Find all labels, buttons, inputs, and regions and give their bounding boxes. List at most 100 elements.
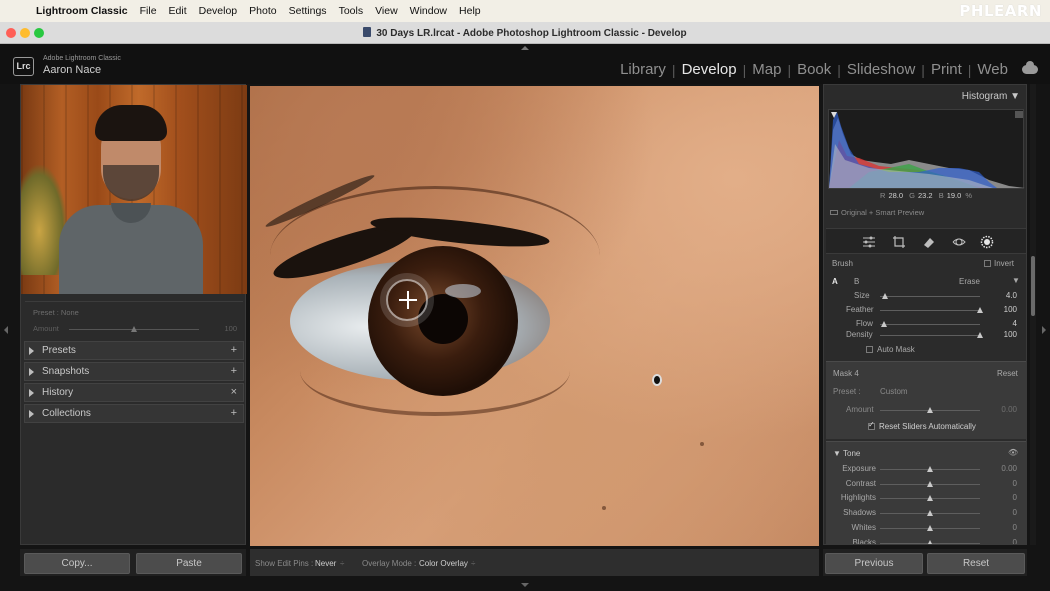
auto-mask-checkbox[interactable] [866,346,873,353]
density-value[interactable]: 100 [989,330,1017,339]
reset-sliders-checkbox[interactable] [868,420,875,430]
shadows-thumb[interactable] [927,510,933,517]
brush-size-track[interactable] [880,296,980,297]
density-track[interactable] [880,335,980,336]
menu-window[interactable]: Window [410,5,447,17]
red-eye-icon[interactable] [952,235,966,249]
brush-collapse-icon[interactable]: ▼ [1012,276,1020,285]
healing-eraser-icon[interactable] [922,235,936,249]
highlights-thumb[interactable] [927,495,933,502]
photo-canvas[interactable] [250,86,819,546]
app-menu[interactable]: Lightroom Classic [36,5,128,17]
histogram-header[interactable]: Histogram ▼ [824,91,1026,102]
feather-track[interactable] [880,310,980,311]
menu-settings[interactable]: Settings [289,5,327,17]
mask-preset-label: Preset : [833,387,861,396]
visibility-eye-icon[interactable]: 👁 [1008,448,1018,457]
amount-slider-thumb[interactable] [131,326,137,332]
section-presets[interactable]: Presets + [24,341,244,360]
copy-button[interactable]: Copy... [24,553,130,574]
menu-file[interactable]: File [140,5,157,17]
flow-track[interactable] [880,324,980,325]
add-collection-icon[interactable]: + [231,407,237,419]
collapse-triangle-icon[interactable]: ▼ [1010,91,1020,102]
module-map[interactable]: Map [746,61,787,78]
brush-erase-tab[interactable]: Erase [959,277,980,286]
preview-status-text: Original + Smart Preview [841,208,925,217]
crop-icon[interactable] [892,235,906,249]
module-slideshow[interactable]: Slideshow [841,61,921,78]
section-collections[interactable]: Collections + [24,404,244,423]
filmstrip-toggle-icon[interactable] [521,583,529,587]
shadows-value[interactable]: 0 [989,508,1017,517]
edit-sliders-icon[interactable] [862,235,876,249]
invert-checkbox[interactable] [984,260,991,267]
module-library[interactable]: Library [614,61,672,78]
feather-thumb[interactable] [977,307,983,313]
menu-view[interactable]: View [375,5,398,17]
menu-tools[interactable]: Tools [339,5,364,17]
density-thumb[interactable] [977,332,983,338]
right-panel-toggle-icon[interactable] [1042,326,1046,334]
rgb-b-label: B [938,191,944,200]
whites-thumb[interactable] [927,524,933,531]
menu-develop[interactable]: Develop [199,5,238,17]
clear-history-icon[interactable]: × [231,386,237,398]
reset-button[interactable]: Reset [927,553,1025,574]
identity-product: Adobe Lightroom Classic [43,55,121,62]
highlights-value[interactable]: 0 [989,493,1017,502]
histogram[interactable] [828,109,1025,189]
edit-pin-icon[interactable] [652,374,662,386]
brush-size-value[interactable]: 4.0 [989,291,1017,300]
highlights-label: Highlights [840,493,876,503]
brush-a-tab[interactable]: A [832,277,838,286]
brush-b-tab[interactable]: B [854,277,859,286]
mask-amount-thumb[interactable] [927,407,933,413]
mask-preset-select[interactable]: Custom [880,387,908,396]
contrast-value[interactable]: 0 [989,479,1017,488]
preview-status[interactable]: Original + Smart Preview [830,208,924,217]
module-book[interactable]: Book [791,61,837,78]
feather-value[interactable]: 100 [989,305,1017,314]
masking-icon[interactable] [980,235,994,249]
lightroom-window: Lightroom Classic File Edit Develop Phot… [0,0,1050,591]
add-preset-icon[interactable]: + [231,344,237,356]
select-chevron-icon: ÷ [471,559,476,568]
highlight-clipping-icon[interactable] [1015,111,1023,118]
overlay-mode-select[interactable]: Color Overlay [419,559,468,568]
tone-header[interactable]: ▼ Tone [833,449,860,458]
cloud-sync-icon[interactable] [1022,61,1038,74]
feather-label: Feather [846,305,874,314]
section-snapshots[interactable]: Snapshots + [24,362,244,381]
flow-value[interactable]: 4 [989,319,1017,328]
left-panel-toggle-icon[interactable] [4,326,8,334]
section-history[interactable]: History × [24,383,244,402]
contrast-thumb[interactable] [927,480,933,487]
module-develop[interactable]: Develop [676,61,743,78]
expand-triangle-icon [29,388,34,397]
blacks-thumb[interactable] [927,539,933,544]
module-print[interactable]: Print [925,61,968,78]
develop-toolbar: Show Edit Pins : Never ÷ Overlay Mode : … [250,549,819,576]
right-panel-scrollbar[interactable] [1031,256,1035,316]
menu-help[interactable]: Help [459,5,481,17]
mask-reset-button[interactable]: Reset [997,369,1018,378]
menu-photo[interactable]: Photo [249,5,276,17]
paste-button[interactable]: Paste [136,553,242,574]
blacks-value[interactable]: 0 [989,538,1017,545]
blacks-label: Blacks [852,537,876,545]
flow-thumb[interactable] [881,321,887,327]
show-edit-pins-select[interactable]: Never [315,559,336,568]
whites-value[interactable]: 0 [989,523,1017,532]
mask-amount-value[interactable]: 0.00 [989,405,1017,414]
add-snapshot-icon[interactable]: + [231,365,237,377]
previous-button[interactable]: Previous [825,553,923,574]
overlay-mode-label: Overlay Mode : [362,559,417,568]
module-web[interactable]: Web [971,61,1014,78]
top-panel-toggle-icon[interactable] [521,46,529,50]
shadows-label: Shadows [843,508,876,518]
exposure-value[interactable]: 0.00 [989,464,1017,473]
exposure-thumb[interactable] [927,466,933,472]
menu-edit[interactable]: Edit [169,5,187,17]
brush-size-thumb[interactable] [882,293,888,299]
